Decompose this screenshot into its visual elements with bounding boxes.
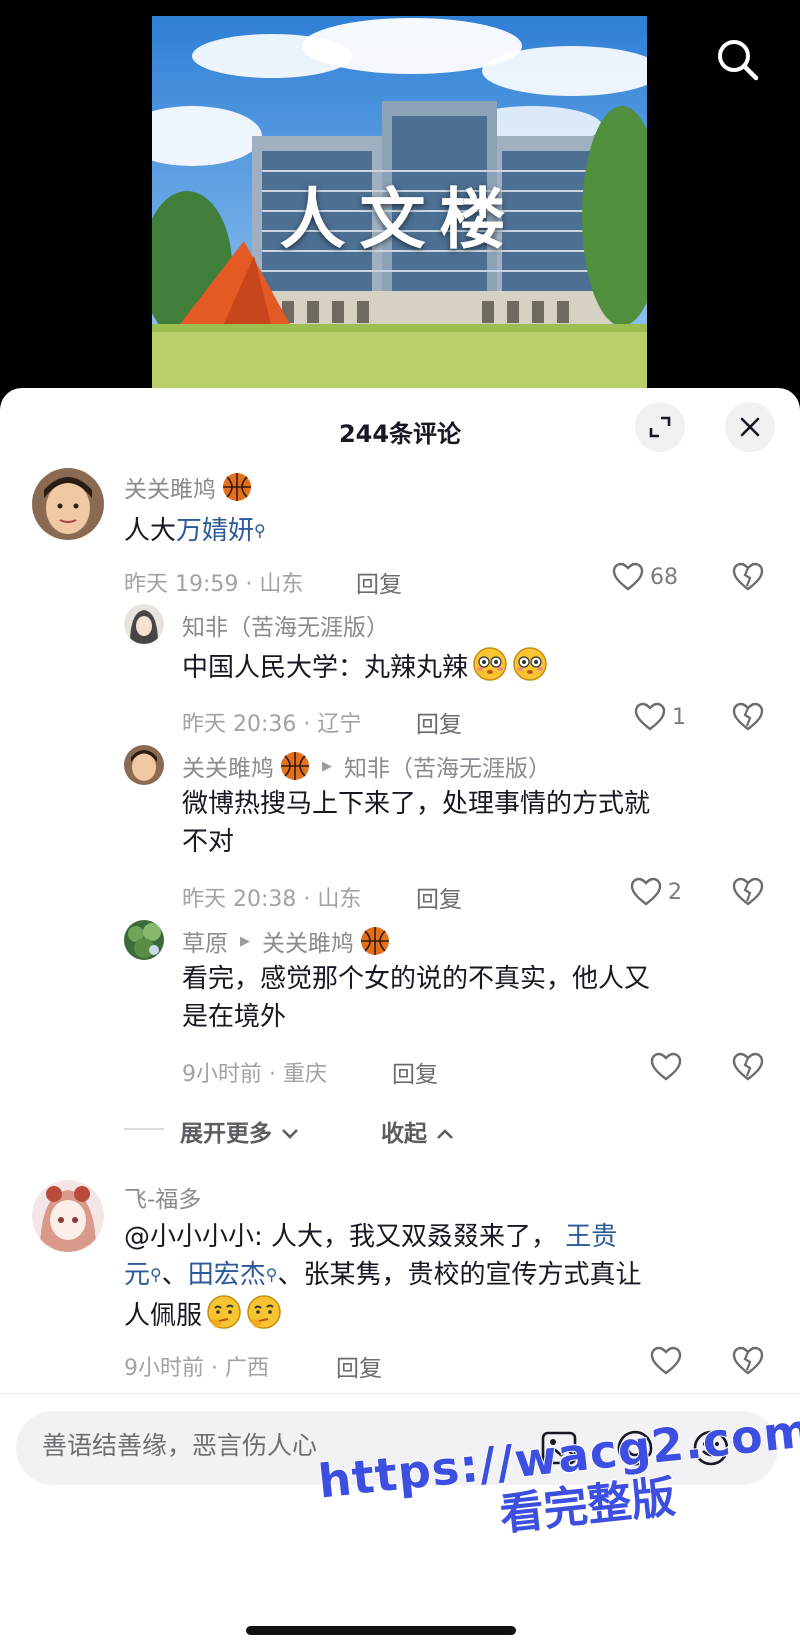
heart-icon: [630, 877, 662, 906]
video-thumbnail: 人文楼: [152, 16, 647, 388]
comment-time-location: 昨天 20:36 · 辽宁: [182, 712, 362, 737]
dislike-button[interactable]: [732, 1052, 764, 1086]
thinking-emoji-icon: [246, 1294, 282, 1330]
search-mini-icon: ⚲: [150, 1265, 162, 1284]
video-player[interactable]: 人文楼: [0, 0, 800, 400]
reply-arrow-icon: ▶: [322, 758, 332, 774]
comment-text: 微博热搜马上下来了，处理事情的方式就 不对: [182, 789, 651, 857]
reply-button[interactable]: 回复: [356, 565, 402, 599]
thumbnail-title: 人文楼: [279, 181, 520, 258]
comment-text: 看完，感觉那个女的说的不真实，他人又 是在境外: [182, 964, 651, 1032]
chevron-up-icon: [437, 1129, 453, 1139]
broken-heart-icon: [732, 1052, 764, 1081]
collapse-button[interactable]: 收起: [381, 1114, 455, 1148]
comment-text: @小小小小: 人大，我又双叒叕来了， 王贵 元⚲、田宏杰⚲、张某隽，贵校的宣传方…: [124, 1222, 642, 1331]
mention-link[interactable]: 田宏杰: [188, 1260, 266, 1290]
username-text: 知非（苦海无涯版）: [182, 615, 389, 641]
like-count: 68: [650, 564, 678, 590]
dislike-button[interactable]: [732, 877, 764, 911]
reply-target[interactable]: 知非（苦海无涯版）: [344, 749, 551, 783]
avatar[interactable]: [124, 745, 164, 785]
dislike-button[interactable]: [732, 562, 764, 596]
expand-more-button[interactable]: 展开更多: [180, 1114, 300, 1148]
expand-icon: [649, 416, 671, 438]
broken-heart-icon: [732, 562, 764, 591]
like-button[interactable]: 1: [634, 702, 686, 732]
replies-toggle-row: 展开更多 收起: [0, 1110, 800, 1150]
avatar[interactable]: [32, 1180, 104, 1252]
heart-icon: [650, 1052, 682, 1081]
broken-heart-icon: [732, 702, 764, 731]
like-button[interactable]: 68: [612, 562, 678, 592]
expand-sheet-button[interactable]: [635, 402, 685, 452]
mention-link[interactable]: 元: [124, 1260, 150, 1290]
basketball-icon: [280, 751, 310, 781]
username[interactable]: 关关雎鸠: [124, 470, 252, 504]
like-count: 2: [668, 879, 682, 905]
broken-heart-icon: [732, 877, 764, 906]
username[interactable]: 知非（苦海无涯版）: [182, 608, 389, 642]
comment-time-location: 昨天 20:38 · 山东: [182, 887, 362, 912]
avatar[interactable]: [32, 468, 104, 540]
basketball-icon: [222, 472, 252, 502]
avatar[interactable]: [124, 604, 164, 644]
username-text: 飞-福多: [124, 1187, 202, 1213]
reply-button[interactable]: 回复: [392, 1055, 438, 1089]
reply-button[interactable]: 回复: [336, 1349, 382, 1383]
comment-time-location: 9小时前 · 广西: [124, 1356, 269, 1381]
basketball-icon: [360, 926, 390, 956]
chevron-down-icon: [282, 1129, 298, 1139]
username-text: 关关雎鸠: [182, 756, 274, 782]
comment-text: 中国人民大学：丸辣丸辣: [182, 646, 548, 687]
close-sheet-button[interactable]: [725, 402, 775, 452]
username-text: 关关雎鸠: [124, 477, 216, 503]
heart-icon: [612, 562, 644, 591]
reply-target[interactable]: 关关雎鸠: [262, 924, 354, 958]
divider: [124, 1128, 164, 1130]
search-button[interactable]: [712, 34, 766, 88]
broken-heart-icon: [732, 1346, 764, 1375]
heart-icon: [650, 1346, 682, 1375]
search-icon: [718, 40, 759, 81]
thinking-emoji-icon: [206, 1294, 242, 1330]
heart-icon: [634, 702, 666, 731]
reply-button[interactable]: 回复: [416, 880, 462, 914]
comment-text: 人大万婧妍⚲: [124, 516, 266, 546]
dislike-button[interactable]: [732, 1346, 764, 1380]
username-text: 草原: [182, 931, 228, 957]
search-mini-icon: ⚲: [254, 521, 266, 540]
embarrassed-emoji-icon: [472, 646, 508, 682]
reply-arrow-icon: ▶: [240, 933, 250, 949]
username[interactable]: 飞-福多: [124, 1180, 201, 1214]
avatar[interactable]: [124, 920, 164, 960]
home-indicator: [246, 1626, 516, 1635]
username[interactable]: 草原 ▶ 关关雎鸠: [182, 924, 390, 958]
like-button[interactable]: [650, 1346, 682, 1376]
search-mini-icon: ⚲: [265, 1265, 278, 1284]
comment-time-location: 昨天 19:59 · 山东: [124, 572, 304, 597]
close-icon: [740, 417, 760, 437]
mention-link[interactable]: 王贵: [565, 1222, 617, 1252]
mention-link[interactable]: 万婧妍: [176, 516, 254, 546]
username[interactable]: 关关雎鸠 ▶ 知非（苦海无涯版）: [182, 749, 551, 783]
comment-time-location: 9小时前 · 重庆: [182, 1062, 327, 1087]
like-button[interactable]: 2: [630, 877, 682, 907]
embarrassed-emoji-icon: [512, 646, 548, 682]
like-button[interactable]: [650, 1052, 682, 1082]
like-count: 1: [672, 704, 686, 730]
dislike-button[interactable]: [732, 702, 764, 736]
reply-button[interactable]: 回复: [416, 705, 462, 739]
